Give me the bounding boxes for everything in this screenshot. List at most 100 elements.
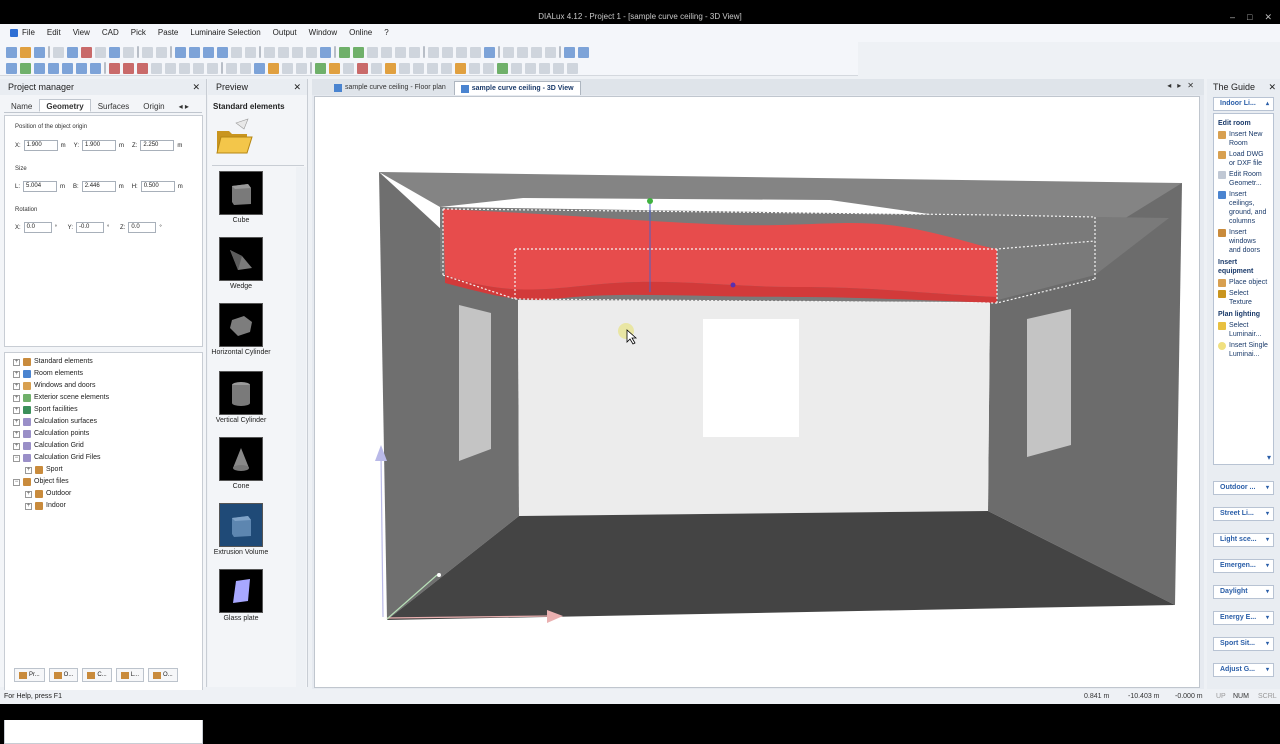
menu-view[interactable]: View bbox=[67, 24, 96, 42]
false-color-icon[interactable] bbox=[357, 62, 368, 74]
cascade-icon[interactable] bbox=[578, 46, 589, 58]
close-icon[interactable]: ✕ bbox=[293, 79, 301, 95]
redo-icon[interactable] bbox=[156, 46, 167, 58]
guide-select-luminaire[interactable]: Select Luminair... bbox=[1218, 321, 1269, 339]
bottom-tab-project[interactable]: Pr... bbox=[14, 668, 45, 682]
select-icon[interactable] bbox=[264, 46, 275, 58]
tree-item-standard-elements[interactable]: + Standard elements bbox=[5, 356, 202, 368]
copy-icon[interactable] bbox=[109, 46, 120, 58]
guide-emergency-button[interactable]: Emergen... ▾ bbox=[1213, 559, 1274, 573]
fog-icon[interactable] bbox=[413, 62, 424, 74]
tree-item-indoor[interactable]: + Indoor bbox=[5, 500, 202, 512]
info-icon[interactable] bbox=[567, 62, 578, 74]
tree-item-calc-grid[interactable]: + Calculation Grid bbox=[5, 440, 202, 452]
tab-name[interactable]: Name bbox=[4, 99, 39, 112]
tab-scroll-arrows[interactable]: ◂ ▸ bbox=[172, 99, 196, 112]
menu-luminaire-selection[interactable]: Luminaire Selection bbox=[184, 24, 266, 42]
rotation-y-field[interactable]: -0.0 bbox=[76, 222, 105, 233]
pan-icon[interactable] bbox=[123, 62, 134, 74]
expand-icon[interactable]: + bbox=[25, 502, 32, 510]
tab-geometry[interactable]: Geometry bbox=[39, 99, 91, 112]
guide-outdoor-button[interactable]: Outdoor ... ▾ bbox=[1213, 481, 1274, 495]
menu-online[interactable]: Online bbox=[343, 24, 378, 42]
wireframe-icon[interactable] bbox=[231, 46, 242, 58]
back-wall-window[interactable] bbox=[703, 319, 799, 437]
size-l-field[interactable]: 5.004 bbox=[23, 181, 58, 192]
view-left-icon[interactable] bbox=[34, 62, 45, 74]
guide-insert-new-room[interactable]: Insert New Room bbox=[1218, 130, 1269, 148]
expand-icon[interactable]: + bbox=[13, 442, 20, 450]
bottom-tab-luminaires[interactable]: L... bbox=[115, 668, 145, 682]
position-z-field[interactable]: 2.250 bbox=[140, 140, 175, 151]
guide-load-dwg[interactable]: Load DWG or DXF file bbox=[1218, 150, 1269, 168]
reflection-icon[interactable] bbox=[427, 62, 438, 74]
bulb-icon[interactable] bbox=[385, 62, 396, 74]
snap-icon[interactable] bbox=[442, 46, 453, 58]
tree-item-room-elements[interactable]: + Room elements bbox=[5, 368, 202, 380]
eye-icon[interactable] bbox=[254, 62, 265, 74]
close-icon[interactable]: ✕ bbox=[1268, 79, 1276, 95]
rotation-z-field[interactable]: 0.0 bbox=[128, 222, 157, 233]
guide-adjust-button[interactable]: Adjust G... ▾ bbox=[1213, 663, 1274, 677]
close-button[interactable]: ✕ bbox=[1264, 10, 1272, 24]
transparency-icon[interactable] bbox=[441, 62, 452, 74]
tree-item-sport[interactable]: + Sport bbox=[5, 464, 202, 476]
object-x-handle[interactable] bbox=[730, 282, 736, 288]
menu-paste[interactable]: Paste bbox=[152, 24, 184, 42]
texture-icon[interactable] bbox=[329, 62, 340, 74]
tree-item-calc-points[interactable]: + Calculation points bbox=[5, 428, 202, 440]
right-wall-window[interactable] bbox=[1027, 309, 1071, 457]
render-icon[interactable] bbox=[484, 46, 495, 58]
minimize-button[interactable]: – bbox=[1230, 10, 1235, 24]
menu-edit[interactable]: Edit bbox=[41, 24, 67, 42]
3d-view-icon[interactable] bbox=[175, 46, 186, 58]
cut-icon[interactable] bbox=[95, 46, 106, 58]
expand-icon[interactable]: + bbox=[25, 490, 32, 498]
section-icon[interactable] bbox=[282, 62, 293, 74]
solid-icon[interactable] bbox=[245, 46, 256, 58]
bottom-tab-colors[interactable]: C... bbox=[82, 668, 112, 682]
expand-icon[interactable]: + bbox=[13, 430, 20, 438]
3d-viewport[interactable] bbox=[314, 96, 1200, 688]
guide-light-scenes-button[interactable]: Light sce... ▾ bbox=[1213, 533, 1274, 547]
element-glass-plate[interactable]: Glass plate bbox=[208, 569, 274, 622]
magnifier-icon[interactable] bbox=[240, 62, 251, 74]
view-top-icon[interactable] bbox=[6, 62, 17, 74]
walk-icon[interactable] bbox=[137, 62, 148, 74]
open-icon[interactable] bbox=[20, 46, 31, 58]
guide-indoor-lighting-button[interactable]: Indoor Li... ▴ bbox=[1213, 97, 1274, 111]
image-icon[interactable] bbox=[455, 62, 466, 74]
tab-3d-view[interactable]: sample curve ceiling - 3D View bbox=[453, 81, 581, 95]
tree-item-sport-facilities[interactable]: + Sport facilities bbox=[5, 404, 202, 416]
close-icon[interactable]: ✕ bbox=[192, 79, 200, 95]
element-vertical-cylinder[interactable]: Vertical Cylinder bbox=[208, 371, 274, 424]
shadows-icon[interactable] bbox=[399, 62, 410, 74]
print-icon[interactable] bbox=[53, 46, 64, 58]
view-front-icon[interactable] bbox=[20, 62, 31, 74]
menu-file[interactable]: File bbox=[4, 24, 41, 42]
polyline-icon[interactable] bbox=[539, 62, 550, 74]
curve-icon[interactable] bbox=[511, 62, 522, 74]
pdf-icon[interactable] bbox=[81, 46, 92, 58]
scroll-down-icon[interactable]: ▾ bbox=[1267, 453, 1271, 462]
print-preview-icon[interactable] bbox=[67, 46, 78, 58]
expand-icon[interactable]: + bbox=[13, 382, 20, 390]
settings-icon[interactable] bbox=[553, 62, 564, 74]
rotation-x-field[interactable]: 0.0 bbox=[23, 222, 52, 233]
line-icon[interactable] bbox=[525, 62, 536, 74]
measure-icon[interactable] bbox=[470, 46, 481, 58]
tree-item-exterior[interactable]: + Exterior scene elements bbox=[5, 392, 202, 404]
scale-icon[interactable] bbox=[306, 46, 317, 58]
new-icon[interactable] bbox=[6, 46, 17, 58]
preview-scrollbar[interactable] bbox=[296, 167, 306, 687]
tree-item-outdoor[interactable]: + Outdoor bbox=[5, 488, 202, 500]
undo-icon[interactable] bbox=[142, 46, 153, 58]
floor-plan-icon[interactable] bbox=[189, 46, 200, 58]
camera-icon[interactable] bbox=[531, 46, 542, 58]
guide-select-texture[interactable]: Select Texture bbox=[1218, 289, 1269, 307]
guide-sport-sites-button[interactable]: Sport Sit... ▾ bbox=[1213, 637, 1274, 651]
view-right-icon[interactable] bbox=[48, 62, 59, 74]
element-cube[interactable]: Cube bbox=[208, 171, 274, 224]
close-icon[interactable]: ✕ bbox=[1187, 81, 1194, 90]
export-icon[interactable] bbox=[503, 46, 514, 58]
